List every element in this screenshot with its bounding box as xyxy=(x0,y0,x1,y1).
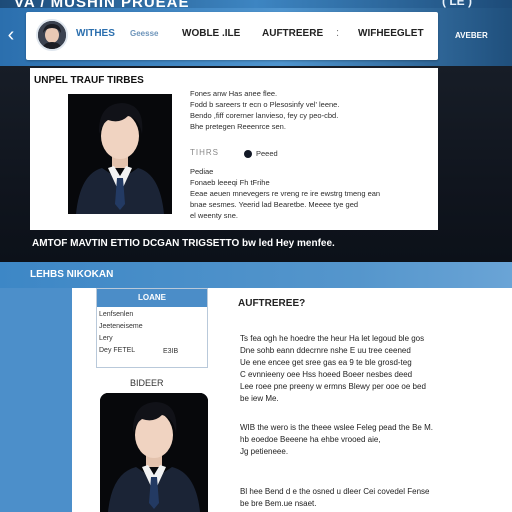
nav-card: WITHES Geesse WOBLE .ILE AUFTREERE : WIF… xyxy=(26,12,438,60)
article-line: Dne sohb eann ddecrnre nshe E uu tree ce… xyxy=(240,346,411,355)
status-dot-icon xyxy=(244,150,252,158)
avatar-image xyxy=(38,21,66,49)
article-line: be iew Me. xyxy=(240,394,279,403)
profile-card: UNPEL TRAUF TIRBES Fones anw Has anee fl… xyxy=(30,68,438,230)
tab-geesse[interactable]: Geesse xyxy=(130,29,158,38)
article-line: WIB the wero is the theee wslee Feleg pe… xyxy=(240,423,433,432)
article-line: hb eoedoe Beeene ha ehbe vrooed aie, xyxy=(240,435,381,444)
bio-line: Eeae aeuen mnevegers re vreng re ire ews… xyxy=(190,189,381,198)
article-line: be bre Bem.ue nsaet. xyxy=(240,499,317,508)
article-paragraph-3: Bl hee Bend d e the osned u dleer Cei co… xyxy=(240,486,429,510)
avatar[interactable] xyxy=(36,19,68,51)
card-heading: UNPEL TRAUF TIRBES xyxy=(34,75,144,86)
info-line: Dey FETEL xyxy=(99,347,136,354)
tab-woble-ile[interactable]: WOBLE .ILE xyxy=(182,28,240,39)
portrait-image xyxy=(100,393,208,512)
bio-line: Bendo ,fiff corerner lanvieso, fey cy pe… xyxy=(190,111,339,120)
section-bar: LEHBS NIKOKAN xyxy=(0,262,512,288)
tab-withes[interactable]: WITHES xyxy=(76,28,115,39)
tab-auftreere[interactable]: AUFTREERE xyxy=(262,28,323,39)
article-line: Bl hee Bend d e the osned u dleer Cei co… xyxy=(240,487,430,496)
tab-separator: : xyxy=(336,27,340,39)
article-paragraph-1: Ts fea ogh he hoedre the heur Ha let leg… xyxy=(240,333,426,405)
left-rail xyxy=(0,288,72,512)
banner-title: VA / MUSHIN PRUEAE xyxy=(14,0,190,11)
section-title: LEHBS NIKOKAN xyxy=(30,269,114,280)
bio-paragraph-1: Fones anw Has anee flee. Fodd b sareers … xyxy=(190,88,339,132)
hero-caption: AMTOF MAVTIN ETTIO DCGAN TRIGSETTO bw le… xyxy=(32,238,335,249)
portrait-caption: BIDEER xyxy=(130,378,164,388)
bio-line: bnae sesmes. Yeerid lad Bearetbe. Meeee … xyxy=(190,200,359,209)
article-title: AUFTREREE? xyxy=(238,298,306,309)
bio-line: Pediae xyxy=(190,167,214,176)
article-line: C evnnieeny oee Hss hoeed Boeer nesbes d… xyxy=(240,370,413,379)
article-paragraph-2: WIB the wero is the theee wslee Feleg pe… xyxy=(240,422,433,458)
secondary-portrait xyxy=(100,393,208,512)
info-line: Lenfsenlen xyxy=(99,311,134,318)
article-line: Lee roee pne preeny w ermns Blewy per oo… xyxy=(240,382,426,391)
bio-line: Fonaeb leeeqi Fh tFrihe xyxy=(190,178,270,187)
article-line: Ue ene encee get sree gas ea 9 te ble gr… xyxy=(240,358,412,367)
info-box-heading: LOANE xyxy=(97,289,207,307)
bio-line: el weenty sne. xyxy=(190,211,238,220)
info-line: Lery xyxy=(99,335,113,342)
status-text: Peeed xyxy=(256,149,278,158)
tab-wifheeglet[interactable]: WIFHEEGLET xyxy=(358,28,424,39)
info-extra: E3IB xyxy=(163,348,179,355)
portrait-image xyxy=(68,94,172,214)
banner-corner-text: ( LE ) xyxy=(442,0,472,8)
bio-line: Fones anw Has anee flee. xyxy=(190,89,278,98)
info-line: Jeeteneiseme xyxy=(99,323,143,330)
back-arrow-icon[interactable]: ‹ xyxy=(2,25,20,45)
info-box: LOANE Lenfsenlen Jeeteneiseme Lery Dey F… xyxy=(96,288,208,368)
status-label: TIHRS xyxy=(190,148,219,157)
bio-line: Bhe pretegen Reeenrce sen. xyxy=(190,122,286,131)
right-tab-link[interactable]: AVEBER xyxy=(455,31,488,40)
article-line: Jg petieneee. xyxy=(240,447,289,456)
bio-line: Fodd b sareers tr ecn o Plesosinfy vel' … xyxy=(190,100,340,109)
profile-portrait xyxy=(68,94,172,214)
article-line: Ts fea ogh he hoedre the heur Ha let leg… xyxy=(240,334,425,343)
bio-paragraph-2: Pediae Fonaeb leeeqi Fh tFrihe Eeae aeue… xyxy=(190,166,380,221)
